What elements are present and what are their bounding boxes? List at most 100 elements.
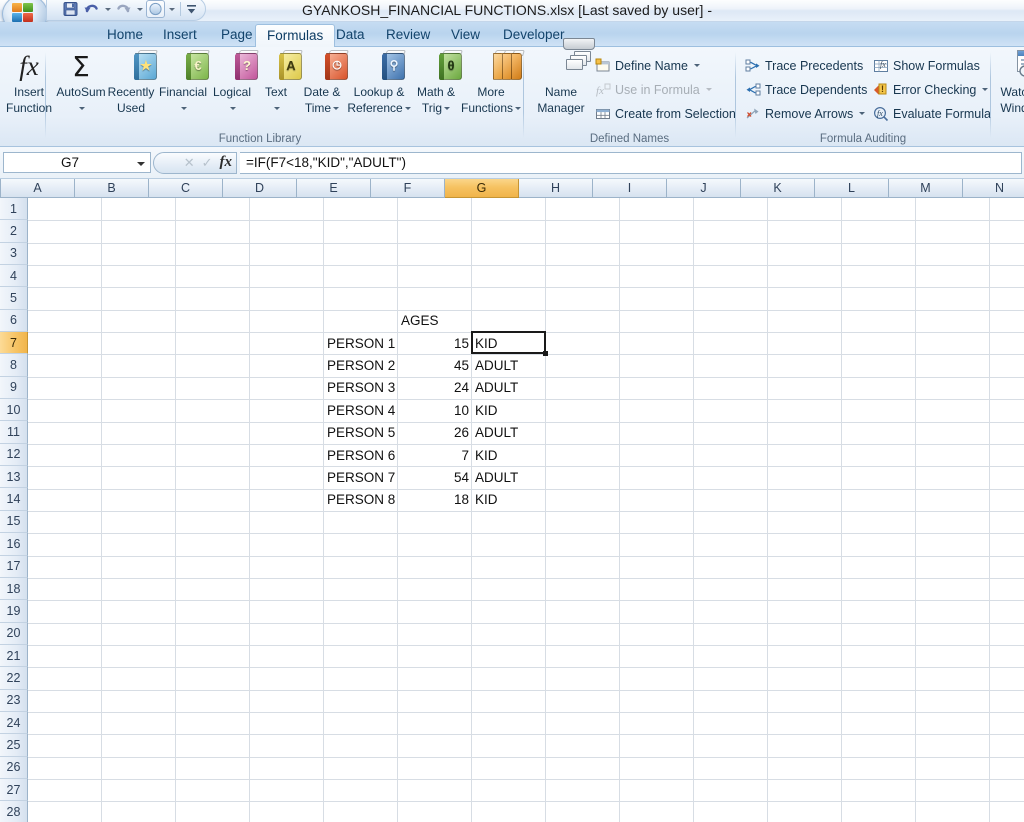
cell-F6[interactable]: AGES <box>398 310 472 332</box>
row-header-11[interactable]: 11 <box>0 421 28 443</box>
text-button[interactable]: A Text <box>252 50 300 115</box>
evaluate-formula-button[interactable]: fx Evaluate Formula <box>870 103 994 124</box>
cell-G13[interactable]: ADULT <box>472 466 546 488</box>
remove-arrows-button[interactable]: Remove Arrows <box>742 103 868 124</box>
column-header-n[interactable]: N <box>963 179 1024 198</box>
trace-precedents-button[interactable]: Trace Precedents <box>742 55 866 76</box>
row-header-6[interactable]: 6 <box>0 310 28 332</box>
row-header-19[interactable]: 19 <box>0 600 28 622</box>
row-header-18[interactable]: 18 <box>0 578 28 600</box>
cell-G7[interactable]: KID <box>472 332 546 354</box>
more-functions-dropdown-icon[interactable] <box>515 107 521 110</box>
error-checking-dropdown-icon[interactable] <box>982 88 988 91</box>
name-box[interactable]: G7 <box>3 152 151 173</box>
cancel-formula-icon[interactable]: ✕ <box>184 155 195 171</box>
tab-formulas[interactable]: Formulas <box>255 24 335 47</box>
date-time-dropdown-icon[interactable] <box>333 107 339 110</box>
row-header-7[interactable]: 7 <box>0 332 28 354</box>
row-header-26[interactable]: 26 <box>0 757 28 779</box>
cell-G11[interactable]: ADULT <box>472 422 546 444</box>
cell-E7[interactable]: PERSON 1 <box>324 332 398 354</box>
row-header-27[interactable]: 27 <box>0 779 28 801</box>
row-header-25[interactable]: 25 <box>0 734 28 756</box>
tab-review[interactable]: Review <box>375 24 441 47</box>
column-header-b[interactable]: B <box>75 179 149 198</box>
cell-E9[interactable]: PERSON 3 <box>324 377 398 399</box>
tab-data[interactable]: Data <box>325 24 376 47</box>
row-header-12[interactable]: 12 <box>0 444 28 466</box>
math-trig-dropdown-icon[interactable] <box>444 107 450 110</box>
more-functions-button[interactable]: More Functions <box>458 50 524 115</box>
remove-arrows-dropdown-icon[interactable] <box>859 112 865 115</box>
column-header-k[interactable]: K <box>741 179 815 198</box>
name-manager-button[interactable]: Name Manager <box>530 50 592 115</box>
lookup-reference-button[interactable]: ⚲ Lookup & Reference <box>344 50 414 115</box>
cell-F12[interactable]: 7 <box>398 444 472 466</box>
enter-formula-icon[interactable]: ✓ <box>202 155 213 171</box>
cell-E11[interactable]: PERSON 5 <box>324 422 398 444</box>
column-header-c[interactable]: C <box>149 179 223 198</box>
tab-home[interactable]: Home <box>96 24 154 47</box>
column-header-h[interactable]: H <box>519 179 593 198</box>
cell-G14[interactable]: KID <box>472 489 546 511</box>
row-header-4[interactable]: 4 <box>0 265 28 287</box>
worksheet-grid[interactable]: ABCDEFGHIJKLMN 1234567891011121314151617… <box>0 179 1024 822</box>
column-header-a[interactable]: A <box>1 179 75 198</box>
math-trig-button[interactable]: θ Math & Trig <box>410 50 462 115</box>
create-from-selection-button[interactable]: Create from Selection <box>592 103 739 124</box>
cell-G8[interactable]: ADULT <box>472 354 546 376</box>
row-header-1[interactable]: 1 <box>0 198 28 220</box>
row-header-17[interactable]: 17 <box>0 556 28 578</box>
cell-G10[interactable]: KID <box>472 399 546 421</box>
row-header-3[interactable]: 3 <box>0 243 28 265</box>
column-header-l[interactable]: L <box>815 179 889 198</box>
tab-insert[interactable]: Insert <box>152 24 208 47</box>
cell-G9[interactable]: ADULT <box>472 377 546 399</box>
row-header-2[interactable]: 2 <box>0 220 28 242</box>
cell-E8[interactable]: PERSON 2 <box>324 354 398 376</box>
cell-E12[interactable]: PERSON 6 <box>324 444 398 466</box>
date-time-button[interactable]: ◷ Date & Time <box>296 50 348 115</box>
define-name-button[interactable]: Define Name <box>592 55 703 76</box>
cell-F13[interactable]: 54 <box>398 466 472 488</box>
column-header-m[interactable]: M <box>889 179 963 198</box>
cell-G12[interactable]: KID <box>472 444 546 466</box>
column-header-g[interactable]: G <box>445 179 519 198</box>
row-header-5[interactable]: 5 <box>0 287 28 309</box>
fill-handle[interactable] <box>543 351 548 356</box>
row-header-22[interactable]: 22 <box>0 667 28 689</box>
row-header-20[interactable]: 20 <box>0 623 28 645</box>
cell-F14[interactable]: 18 <box>398 489 472 511</box>
row-header-28[interactable]: 28 <box>0 801 28 822</box>
insert-function-icon[interactable]: fx <box>220 154 233 171</box>
column-header-j[interactable]: J <box>667 179 741 198</box>
show-formulas-button[interactable]: fx Show Formulas <box>870 55 983 76</box>
cell-F7[interactable]: 15 <box>398 332 472 354</box>
text-dropdown-icon[interactable] <box>252 102 300 116</box>
column-header-e[interactable]: E <box>297 179 371 198</box>
define-name-dropdown-icon[interactable] <box>694 64 700 67</box>
row-header-15[interactable]: 15 <box>0 511 28 533</box>
cell-F11[interactable]: 26 <box>398 422 472 444</box>
row-header-8[interactable]: 8 <box>0 354 28 376</box>
formula-input[interactable]: =IF(F7<18,"KID","ADULT") <box>240 152 1022 174</box>
row-header-24[interactable]: 24 <box>0 712 28 734</box>
row-header-21[interactable]: 21 <box>0 645 28 667</box>
use-in-formula-button[interactable]: fx Use in Formula <box>592 79 715 100</box>
row-header-16[interactable]: 16 <box>0 533 28 555</box>
cell-F8[interactable]: 45 <box>398 354 472 376</box>
column-header-d[interactable]: D <box>223 179 297 198</box>
error-checking-button[interactable]: ! Error Checking <box>870 79 991 100</box>
use-in-formula-dropdown-icon[interactable] <box>706 88 712 91</box>
watch-window-button[interactable]: Watc Wind <box>992 50 1024 115</box>
column-header-i[interactable]: I <box>593 179 667 198</box>
cell-F10[interactable]: 10 <box>398 399 472 421</box>
row-header-14[interactable]: 14 <box>0 488 28 510</box>
trace-dependents-button[interactable]: Trace Dependents <box>742 79 870 100</box>
cell-area[interactable]: AGESPERSON 115KIDPERSON 245ADULTPERSON 3… <box>28 198 1024 822</box>
name-box-dropdown-icon[interactable] <box>137 162 145 166</box>
cell-F9[interactable]: 24 <box>398 377 472 399</box>
select-all-corner[interactable] <box>0 179 1 198</box>
cell-E13[interactable]: PERSON 7 <box>324 466 398 488</box>
cell-E10[interactable]: PERSON 4 <box>324 399 398 421</box>
